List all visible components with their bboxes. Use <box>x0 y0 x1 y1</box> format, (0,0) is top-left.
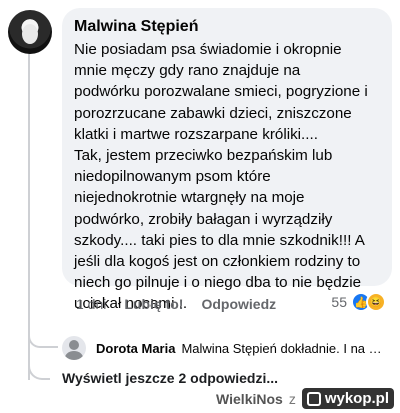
watermark-separator: z <box>288 390 296 407</box>
reactions-summary[interactable]: 55 👍 😆 <box>331 292 386 312</box>
wykop-logo-icon <box>306 391 321 406</box>
comment-time[interactable]: 1 dni <box>76 296 106 312</box>
reaction-count: 55 <box>331 294 347 310</box>
watermark-user: WielkiNos <box>216 390 283 407</box>
like-button[interactable]: Lubię to! <box>124 296 183 312</box>
comment-actions: 1 dni Lubię to! Odpowiedz <box>76 294 294 314</box>
wykop-logo: wykop.pl <box>301 388 394 409</box>
more-replies-connector <box>28 360 50 380</box>
reply-connector <box>28 330 58 348</box>
reply-text-line: Dorota Maria Malwina Stępień dokładnie. I… <box>96 341 386 356</box>
haha-icon: 😆 <box>366 292 386 312</box>
reply-button[interactable]: Odpowiedz <box>201 296 276 312</box>
more-replies-link[interactable]: Wyświetl jeszcze 2 odpowiedzi... <box>62 370 278 386</box>
default-avatar-icon[interactable] <box>62 336 86 360</box>
comment-text: Nie posiadam psa świadomie i okropnie mn… <box>74 41 368 313</box>
avatar[interactable] <box>8 10 52 54</box>
reply-author[interactable]: Dorota Maria <box>96 341 175 356</box>
reply-item[interactable]: Dorota Maria Malwina Stępień dokładnie. I… <box>62 336 392 360</box>
reply-snippet: Malwina Stępień dokładnie. I na dod... <box>181 340 386 356</box>
watermark-site: wykop.pl <box>324 390 389 407</box>
comment-bubble: Malwina Stępień Nie posiadam psa świadom… <box>62 8 392 312</box>
comment-author[interactable]: Malwina Stępień <box>74 17 380 37</box>
watermark: WielkiNos z wykop.pl <box>216 388 394 409</box>
